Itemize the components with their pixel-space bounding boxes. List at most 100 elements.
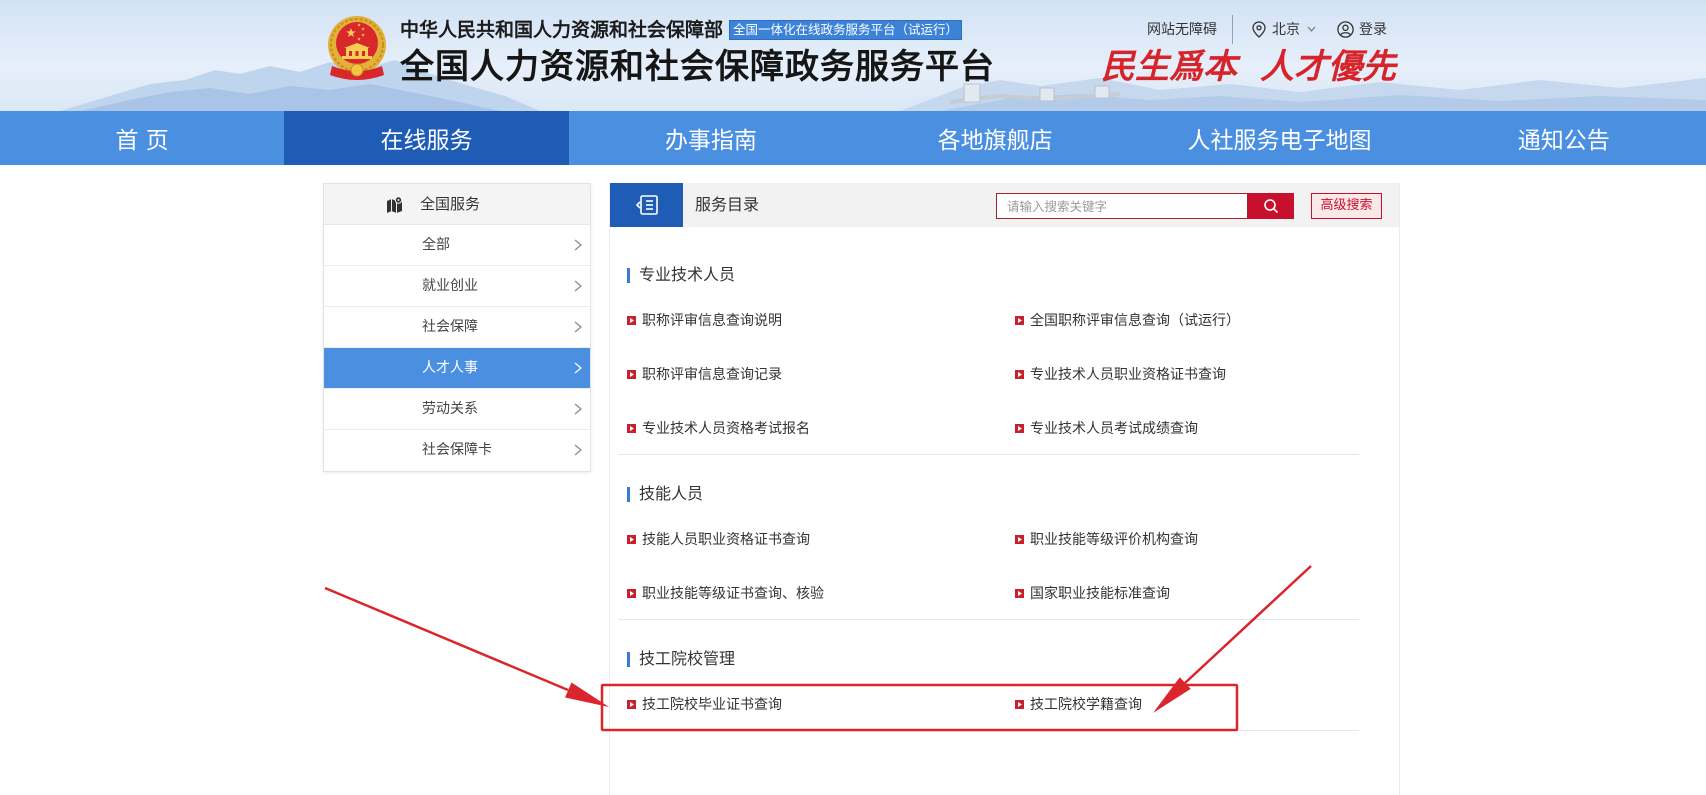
section-items: 技工院校毕业证书查询 技工院校学籍查询 bbox=[610, 677, 1399, 731]
slogan-left: 民生爲本 bbox=[1101, 47, 1237, 87]
annotation-arrow-left bbox=[324, 586, 609, 707]
service-link[interactable]: 全国职称评审信息查询（试运行） bbox=[1015, 293, 1395, 347]
login-label: 登录 bbox=[1359, 22, 1387, 38]
site-banner: 中华人民共和国人力资源和社会保障部 全国一体化在线政务服务平台（试运行） 全国人… bbox=[0, 0, 1706, 111]
service-link[interactable]: 职称评审信息查询说明 bbox=[627, 293, 1015, 347]
service-link-graduation-certificate[interactable]: 技工院校毕业证书查询 bbox=[627, 677, 1015, 731]
map-pin-icon bbox=[1252, 20, 1266, 38]
location-selector[interactable]: 北京 bbox=[1252, 20, 1316, 38]
accessibility-link[interactable]: 网站无障碍 bbox=[1147, 21, 1217, 39]
sidebar-title: 全国服务 bbox=[420, 195, 481, 213]
service-link-label: 技工院校毕业证书查询 bbox=[642, 697, 782, 713]
search-icon bbox=[1264, 199, 1279, 214]
service-link-label: 职称评审信息查询说明 bbox=[642, 313, 782, 329]
section-title-bar bbox=[627, 487, 630, 502]
ministry-name[interactable]: 中华人民共和国人力资源和社会保障部 bbox=[400, 19, 723, 41]
section-title-text: 专业技术人员 bbox=[639, 265, 736, 284]
section-items: 职称评审信息查询说明 全国职称评审信息查询（试运行） 职称评审信息查询记录 专业… bbox=[610, 293, 1399, 455]
section-title-text: 技工院校管理 bbox=[639, 649, 736, 668]
service-link[interactable]: 职业技能等级评价机构查询 bbox=[1015, 512, 1395, 566]
nav-item-notices[interactable]: 通知公告 bbox=[1422, 111, 1706, 165]
ministry-line: 中华人民共和国人力资源和社会保障部 全国一体化在线政务服务平台（试运行） bbox=[400, 19, 963, 41]
service-link-label: 专业技术人员资格考试报名 bbox=[642, 421, 810, 437]
sidebar-item-employment[interactable]: 就业创业 bbox=[324, 266, 590, 307]
service-link-student-status[interactable]: 技工院校学籍查询 bbox=[1015, 677, 1395, 731]
section-title: 专业技术人员 bbox=[610, 260, 1399, 290]
red-bullet-icon bbox=[627, 369, 636, 379]
catalog-icon bbox=[635, 195, 658, 215]
red-bullet-icon bbox=[1015, 315, 1024, 325]
advanced-search-button[interactable]: 高级搜索 bbox=[1311, 193, 1382, 219]
sidebar-item-label: 劳动关系 bbox=[422, 401, 478, 417]
service-link[interactable]: 专业技术人员资格考试报名 bbox=[627, 401, 1015, 455]
service-link[interactable]: 技能人员职业资格证书查询 bbox=[627, 512, 1015, 566]
section-title: 技工院校管理 bbox=[610, 644, 1399, 674]
service-link-label: 职称评审信息查询记录 bbox=[642, 367, 782, 383]
nav-item-guide[interactable]: 办事指南 bbox=[569, 111, 853, 165]
sidebar-header: 全国服务 bbox=[324, 184, 590, 225]
red-bullet-icon bbox=[1015, 588, 1024, 598]
red-bullet-icon bbox=[1015, 534, 1024, 544]
chevron-right-icon bbox=[574, 280, 582, 292]
sidebar-item-label: 社会保障 bbox=[422, 319, 478, 335]
service-link[interactable]: 国家职业技能标准查询 bbox=[1015, 566, 1395, 620]
location-label: 北京 bbox=[1272, 22, 1300, 38]
section-title: 技能人员 bbox=[610, 479, 1399, 509]
chevron-right-icon bbox=[574, 239, 582, 251]
nav-item-online-services[interactable]: 在线服务 bbox=[284, 111, 569, 165]
chevron-right-icon bbox=[574, 362, 582, 374]
chevron-right-icon bbox=[574, 321, 582, 333]
service-link[interactable]: 专业技术人员职业资格证书查询 bbox=[1015, 347, 1395, 401]
service-link-label: 职业技能等级评价机构查询 bbox=[1030, 532, 1198, 548]
nav-item-home[interactable]: 首 页 bbox=[0, 111, 284, 165]
service-link-label: 专业技术人员考试成绩查询 bbox=[1030, 421, 1198, 437]
service-link[interactable]: 职称评审信息查询记录 bbox=[627, 347, 1015, 401]
sidebar-item-talent-personnel[interactable]: 人才人事 bbox=[324, 348, 590, 389]
category-sidebar: 全国服务 全部 就业创业 社会保障 人才人事 劳动关系 社会保障卡 bbox=[323, 183, 591, 472]
section-items: 技能人员职业资格证书查询 职业技能等级评价机构查询 职业技能等级证书查询、核验 … bbox=[610, 512, 1399, 620]
sidebar-item-all[interactable]: 全部 bbox=[324, 225, 590, 266]
site-title[interactable]: 全国人力资源和社会保障政务服务平台 bbox=[400, 47, 995, 87]
chevron-right-icon bbox=[574, 403, 582, 415]
service-link-label: 国家职业技能标准查询 bbox=[1030, 586, 1170, 602]
service-link[interactable]: 专业技术人员考试成绩查询 bbox=[1015, 401, 1395, 455]
catalog-header: 服务目录 高级搜索 bbox=[610, 183, 1399, 227]
service-link[interactable]: 职业技能等级证书查询、核验 bbox=[627, 566, 1015, 620]
national-emblem-icon[interactable] bbox=[326, 14, 388, 84]
red-bullet-icon bbox=[627, 699, 636, 709]
chevron-right-icon bbox=[574, 444, 582, 456]
section-title-bar bbox=[627, 652, 630, 667]
sidebar-item-label: 全部 bbox=[422, 237, 450, 253]
sidebar-item-label: 就业创业 bbox=[422, 278, 478, 294]
chevron-down-icon bbox=[1307, 26, 1316, 32]
red-bullet-icon bbox=[1015, 369, 1024, 379]
service-link-label: 技能人员职业资格证书查询 bbox=[642, 532, 810, 548]
search-button[interactable] bbox=[1248, 193, 1294, 219]
service-catalog-panel: 服务目录 高级搜索 专业技术人员 职称评审信息查询说明 bbox=[609, 183, 1400, 795]
search-input[interactable] bbox=[996, 193, 1248, 219]
user-circle-icon bbox=[1337, 20, 1354, 38]
section-title-bar bbox=[627, 268, 630, 283]
sidebar-item-social-security[interactable]: 社会保障 bbox=[324, 307, 590, 348]
red-bullet-icon bbox=[627, 423, 636, 433]
red-bullet-icon bbox=[627, 315, 636, 325]
main-nav: 首 页 在线服务 办事指南 各地旗舰店 人社服务电子地图 通知公告 bbox=[0, 111, 1706, 165]
slogan-right: 人才優先 bbox=[1260, 47, 1396, 87]
sidebar-item-label: 人才人事 bbox=[422, 360, 478, 376]
catalog-section-technical-schools: 技工院校管理 技工院校毕业证书查询 技工院校学籍查询 bbox=[610, 620, 1399, 731]
top-divider bbox=[1232, 15, 1233, 44]
service-link-label: 职业技能等级证书查询、核验 bbox=[642, 586, 824, 602]
service-link-label: 技工院校学籍查询 bbox=[1030, 697, 1142, 713]
red-bullet-icon bbox=[627, 534, 636, 544]
login-button[interactable]: 登录 bbox=[1337, 20, 1387, 38]
section-title-text: 技能人员 bbox=[639, 484, 704, 503]
red-bullet-icon bbox=[627, 588, 636, 598]
catalog-section-professional: 专业技术人员 职称评审信息查询说明 全国职称评审信息查询（试运行） 职称评审信息… bbox=[610, 227, 1399, 455]
nav-item-local-portals[interactable]: 各地旗舰店 bbox=[853, 111, 1137, 165]
platform-badge: 全国一体化在线政务服务平台（试运行） bbox=[729, 20, 963, 40]
page: 中华人民共和国人力资源和社会保障部 全国一体化在线政务服务平台（试运行） 全国人… bbox=[0, 0, 1706, 795]
nav-item-service-map[interactable]: 人社服务电子地图 bbox=[1137, 111, 1421, 165]
catalog-section-skilled: 技能人员 技能人员职业资格证书查询 职业技能等级评价机构查询 职业技能等级证书查… bbox=[610, 455, 1399, 620]
sidebar-item-labor-relations[interactable]: 劳动关系 bbox=[324, 389, 590, 430]
sidebar-item-social-security-card[interactable]: 社会保障卡 bbox=[324, 430, 590, 471]
